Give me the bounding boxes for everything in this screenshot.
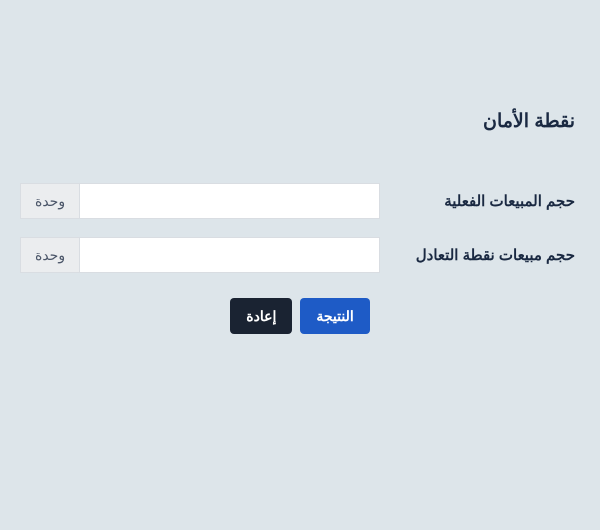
breakeven-sales-unit: وحدة xyxy=(20,237,80,273)
button-group: النتيجة إعادة xyxy=(20,298,580,334)
result-button[interactable]: النتيجة xyxy=(300,298,369,334)
calculator-form: نقطة الأمان حجم المبيعات الفعلية وحدة حج… xyxy=(0,110,600,334)
page-title: نقطة الأمان xyxy=(20,110,580,133)
actual-sales-unit: وحدة xyxy=(20,183,80,219)
breakeven-sales-label: حجم مبيعات نقطة التعادل xyxy=(380,246,580,264)
breakeven-sales-input[interactable] xyxy=(80,237,380,273)
actual-sales-label: حجم المبيعات الفعلية xyxy=(380,192,580,210)
actual-sales-input[interactable] xyxy=(80,183,380,219)
breakeven-sales-input-group: وحدة xyxy=(20,237,380,273)
breakeven-sales-row: حجم مبيعات نقطة التعادل وحدة xyxy=(20,237,580,273)
actual-sales-row: حجم المبيعات الفعلية وحدة xyxy=(20,183,580,219)
reset-button[interactable]: إعادة xyxy=(230,298,292,334)
actual-sales-input-group: وحدة xyxy=(20,183,380,219)
